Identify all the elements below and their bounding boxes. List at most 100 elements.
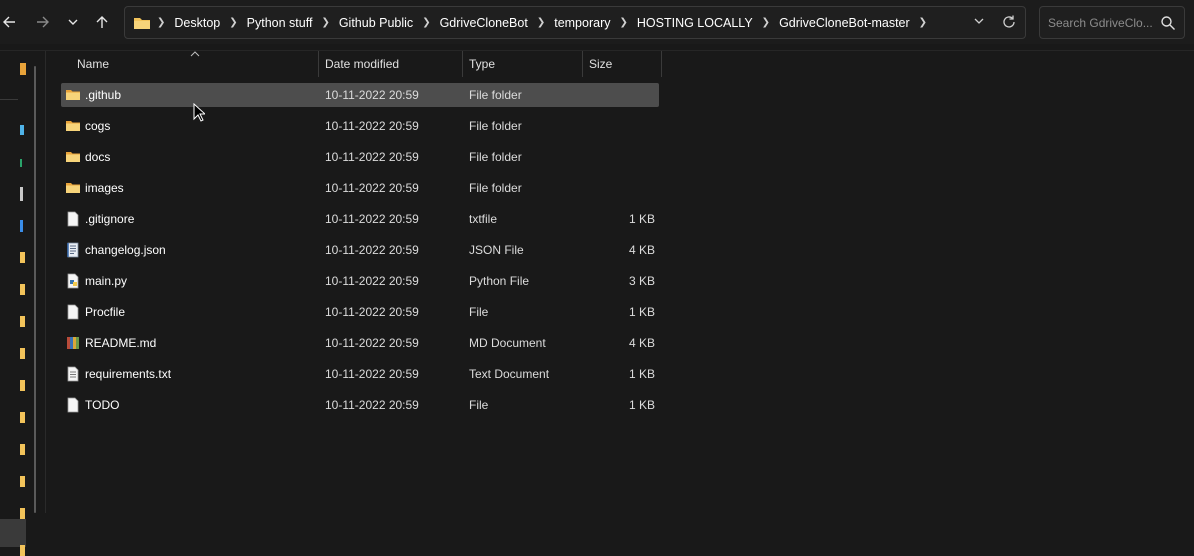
breadcrumb-item[interactable]: Python stuff: [247, 16, 313, 30]
chevron-right-icon[interactable]: ❯: [321, 17, 329, 28]
breadcrumb-item[interactable]: GdriveCloneBot-master: [779, 16, 910, 30]
column-header-date[interactable]: Date modified: [325, 51, 399, 77]
file-size: 1 KB: [628, 305, 655, 319]
recent-locations-button[interactable]: [60, 7, 86, 37]
mouse-cursor-icon: [193, 102, 207, 125]
column-resize-handle[interactable]: [582, 51, 583, 77]
column-header-name[interactable]: Name: [77, 51, 109, 77]
nav-item-icon[interactable]: [20, 159, 22, 167]
file-name[interactable]: .github: [85, 83, 121, 107]
file-date: 10-11-2022 20:59: [325, 367, 419, 381]
file-size: 1 KB: [628, 398, 655, 412]
file-row[interactable]: .github 10-11-2022 20:59 File folder: [61, 83, 659, 107]
search-input[interactable]: Search GdriveClo...: [1048, 16, 1156, 30]
chevron-right-icon[interactable]: ❯: [422, 17, 430, 28]
file-size: [595, 83, 655, 107]
breadcrumb-item[interactable]: HOSTING LOCALLY: [637, 16, 753, 30]
folder-icon: [134, 17, 150, 29]
chevron-right-icon[interactable]: ❯: [620, 17, 628, 28]
file-name[interactable]: changelog.json: [85, 238, 166, 262]
file-type: JSON File: [469, 243, 524, 257]
address-dropdown-button[interactable]: [973, 15, 985, 30]
folder-icon[interactable]: [20, 545, 25, 556]
folder-icon[interactable]: [20, 380, 25, 391]
column-resize-handle[interactable]: [318, 51, 319, 77]
breadcrumb-item[interactable]: GdriveCloneBot: [440, 16, 528, 30]
nav-item-icon[interactable]: [20, 220, 23, 232]
file-type: File folder: [469, 119, 522, 133]
file-icon: [65, 304, 81, 320]
file-row[interactable]: TODO 10-11-2022 20:59 File 1 KB: [61, 393, 659, 417]
navigation-scrollbar[interactable]: [34, 66, 36, 513]
nav-item-icon[interactable]: [20, 125, 24, 135]
file-type: Text Document: [469, 367, 550, 381]
file-size: 4 KB: [628, 336, 655, 350]
file-row[interactable]: cogs 10-11-2022 20:59 File folder: [61, 114, 659, 138]
search-icon: [1160, 15, 1176, 34]
file-name[interactable]: images: [85, 176, 124, 200]
file-date: 10-11-2022 20:59: [325, 274, 419, 288]
folder-icon[interactable]: [20, 316, 25, 327]
md-file-icon: [65, 335, 81, 351]
search-box[interactable]: Search GdriveClo...: [1039, 6, 1185, 39]
file-name[interactable]: docs: [85, 145, 110, 169]
column-resize-handle[interactable]: [661, 51, 662, 77]
up-button[interactable]: [89, 7, 115, 37]
file-name[interactable]: requirements.txt: [85, 362, 171, 386]
file-row[interactable]: README.md 10-11-2022 20:59 MD Document 4 KB: [61, 331, 659, 355]
folder-icon[interactable]: [20, 444, 25, 455]
file-row[interactable]: changelog.json 10-11-2022 20:59 JSON File 4…: [61, 238, 659, 262]
breadcrumb-item[interactable]: Desktop: [174, 16, 220, 30]
file-name[interactable]: README.md: [85, 331, 156, 355]
file-row[interactable]: images 10-11-2022 20:59 File folder: [61, 176, 659, 200]
address-bar[interactable]: ❯ Desktop ❯ Python stuff ❯ Github Public…: [124, 6, 1026, 39]
chevron-down-icon: [68, 19, 78, 25]
folder-icon[interactable]: [20, 284, 25, 295]
refresh-button[interactable]: [1001, 14, 1017, 33]
column-header-type[interactable]: Type: [469, 51, 495, 77]
file-row[interactable]: main.py 10-11-2022 20:59 Python File 3 KB: [61, 269, 659, 293]
file-row[interactable]: docs 10-11-2022 20:59 File folder: [61, 145, 659, 169]
file-row[interactable]: requirements.txt 10-11-2022 20:59 Text Doc…: [61, 362, 659, 386]
file-size: [595, 114, 655, 138]
folder-icon[interactable]: [20, 508, 25, 519]
forward-button[interactable]: [30, 7, 56, 37]
file-name[interactable]: .gitignore: [85, 207, 134, 231]
folder-icon[interactable]: [20, 252, 25, 263]
back-button[interactable]: [0, 7, 22, 37]
file-name[interactable]: TODO: [85, 393, 119, 417]
file-date: 10-11-2022 20:59: [325, 88, 419, 102]
file-size: 1 KB: [628, 212, 655, 226]
chevron-right-icon[interactable]: ❯: [537, 17, 545, 28]
nav-item-icon[interactable]: [20, 63, 26, 75]
chevron-right-icon[interactable]: ❯: [762, 17, 770, 28]
arrow-right-icon: [37, 16, 49, 28]
file-date: 10-11-2022 20:59: [325, 336, 419, 350]
folder-icon[interactable]: [20, 476, 25, 487]
file-size: [595, 145, 655, 169]
folder-icon[interactable]: [20, 412, 25, 423]
navigation-pane: [0, 51, 45, 556]
file-row[interactable]: Procfile 10-11-2022 20:59 File 1 KB: [61, 300, 659, 324]
folder-icon: [65, 149, 81, 165]
column-resize-handle[interactable]: [462, 51, 463, 77]
file-row[interactable]: .gitignore 10-11-2022 20:59 txtfile 1 KB: [61, 207, 659, 231]
toolbar: ❯ Desktop ❯ Python stuff ❯ Github Public…: [0, 0, 1194, 44]
file-type: Python File: [469, 274, 530, 288]
nav-item-selected[interactable]: [0, 519, 26, 547]
json-file-icon: [65, 242, 81, 258]
file-name[interactable]: cogs: [85, 114, 110, 138]
sort-ascending-icon: [190, 46, 200, 60]
nav-item-icon[interactable]: [20, 187, 23, 201]
breadcrumb-item[interactable]: temporary: [554, 16, 610, 30]
folder-icon[interactable]: [20, 348, 25, 359]
pane-divider[interactable]: [45, 51, 46, 513]
file-name[interactable]: main.py: [85, 269, 127, 293]
chevron-right-icon[interactable]: ❯: [229, 17, 237, 28]
file-name[interactable]: Procfile: [85, 300, 125, 324]
chevron-right-icon[interactable]: ❯: [919, 17, 927, 28]
breadcrumb-item[interactable]: Github Public: [339, 16, 413, 30]
folder-icon: [65, 180, 81, 196]
arrow-up-icon: [96, 16, 108, 28]
column-header-size[interactable]: Size: [589, 51, 612, 77]
